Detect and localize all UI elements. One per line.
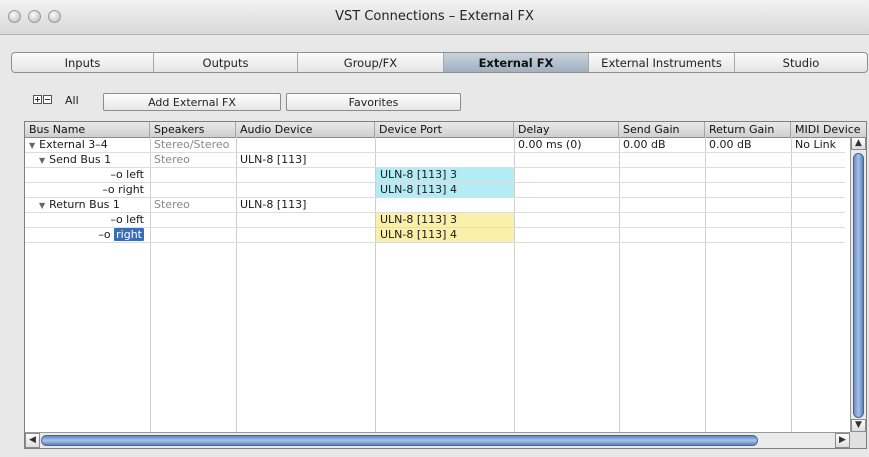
table-row[interactable]: –o left ULN-8 [113] 3	[25, 213, 845, 228]
table-row[interactable]: –o left ULN-8 [113] 3	[25, 168, 845, 183]
return-gain-cell[interactable]: 0.00 dB	[705, 138, 791, 152]
tab-group-fx[interactable]: Group/FX	[298, 53, 444, 72]
vst-connections-window: VST Connections – External FX Inputs Out…	[0, 0, 869, 457]
collapse-all-icon[interactable]	[43, 95, 52, 104]
disclosure-triangle-icon[interactable]: ▼	[39, 156, 45, 165]
channel-name-cell[interactable]: –o right	[25, 183, 150, 197]
channel-name-cell[interactable]: –o right	[25, 228, 150, 242]
connections-table: Bus Name Speakers Audio Device Device Po…	[24, 121, 867, 449]
speakers-cell[interactable]: Stereo	[150, 198, 236, 212]
channel-name: right	[118, 183, 144, 196]
horizontal-scrollbar[interactable]: ◀ ▶	[25, 432, 850, 448]
port-connector-icon: –o	[110, 168, 123, 181]
vertical-scrollbar[interactable]: ▲ ▼	[850, 137, 866, 432]
midi-device-cell[interactable]: No Link	[791, 138, 845, 152]
expand-all-icon[interactable]	[33, 95, 42, 104]
bus-name-cell[interactable]: ▼ Return Bus 1	[35, 198, 150, 212]
table-row[interactable]: –o right ULN-8 [113] 4	[25, 183, 845, 198]
bus-name: External 3–4	[39, 138, 108, 151]
device-port-cell[interactable]: ULN-8 [113] 4	[376, 183, 514, 197]
channel-name: left	[126, 213, 144, 226]
port-connector-icon: –o	[102, 183, 115, 196]
column-header-return-gain[interactable]: Return Gain	[705, 122, 791, 137]
table-row[interactable]: ▼ Return Bus 1 Stereo ULN-8 [113]	[25, 198, 845, 213]
table-header: Bus Name Speakers Audio Device Device Po…	[25, 122, 866, 138]
add-external-fx-button[interactable]: Add External FX	[103, 93, 281, 111]
column-header-bus-name[interactable]: Bus Name	[25, 122, 150, 137]
tab-external-instruments[interactable]: External Instruments	[589, 53, 735, 72]
horizontal-scroll-thumb[interactable]	[41, 435, 758, 446]
channel-name-cell[interactable]: –o left	[25, 168, 150, 182]
bus-name: Send Bus 1	[49, 153, 112, 166]
send-gain-cell[interactable]: 0.00 dB	[619, 138, 705, 152]
disclosure-triangle-icon[interactable]: ▼	[39, 201, 45, 210]
vertical-scroll-thumb[interactable]	[853, 153, 864, 418]
tab-bar: Inputs Outputs Group/FX External FX Exte…	[11, 52, 868, 73]
column-header-midi-device[interactable]: MIDI Device	[791, 122, 866, 137]
device-port-cell[interactable]: ULN-8 [113] 3	[376, 213, 514, 227]
audio-device-cell[interactable]: ULN-8 [113]	[236, 198, 375, 212]
tab-inputs[interactable]: Inputs	[12, 53, 154, 72]
channel-name-selected[interactable]: right	[114, 228, 144, 241]
device-port-cell[interactable]: ULN-8 [113] 3	[376, 168, 514, 182]
bus-name-cell[interactable]: ▼ Send Bus 1	[35, 153, 150, 167]
scroll-corner	[850, 432, 866, 448]
speakers-cell[interactable]: Stereo	[150, 153, 236, 167]
scroll-left-icon[interactable]: ◀	[25, 433, 40, 448]
scroll-up-icon[interactable]: ▲	[851, 137, 866, 150]
favorites-button[interactable]: Favorites	[286, 93, 461, 111]
table-row[interactable]: ▼ Send Bus 1 Stereo ULN-8 [113]	[25, 153, 845, 168]
title-bar: VST Connections – External FX	[0, 0, 869, 35]
scroll-right-icon[interactable]: ▶	[835, 433, 850, 448]
channel-name-cell[interactable]: –o left	[25, 213, 150, 227]
column-header-send-gain[interactable]: Send Gain	[619, 122, 705, 137]
port-connector-icon: –o	[110, 213, 123, 226]
device-port-cell[interactable]: ULN-8 [113] 4	[376, 228, 514, 242]
audio-device-cell[interactable]: ULN-8 [113]	[236, 153, 375, 167]
all-label: All	[65, 94, 79, 107]
window-title: VST Connections – External FX	[335, 9, 534, 24]
disclosure-triangle-icon[interactable]: ▼	[29, 141, 35, 150]
column-header-speakers[interactable]: Speakers	[150, 122, 236, 137]
column-header-delay[interactable]: Delay	[514, 122, 619, 137]
speakers-cell[interactable]: Stereo/Stereo	[150, 138, 236, 152]
column-header-audio-device[interactable]: Audio Device	[236, 122, 375, 137]
table-row[interactable]: –o right ULN-8 [113] 4	[25, 228, 845, 243]
delay-cell[interactable]: 0.00 ms (0)	[514, 138, 619, 152]
bus-name-cell[interactable]: ▼ External 3–4	[25, 138, 150, 152]
bus-name: Return Bus 1	[49, 198, 120, 211]
tab-external-fx[interactable]: External FX	[444, 53, 589, 72]
tab-studio[interactable]: Studio	[735, 53, 867, 72]
expand-collapse-all	[33, 95, 52, 104]
scroll-down-icon[interactable]: ▼	[851, 419, 866, 432]
tab-outputs[interactable]: Outputs	[154, 53, 298, 72]
table-row[interactable]: ▼ External 3–4 Stereo/Stereo 0.00 ms (0) …	[25, 138, 845, 153]
channel-name: left	[126, 168, 144, 181]
port-connector-icon: –o	[98, 228, 111, 241]
column-header-device-port[interactable]: Device Port	[375, 122, 514, 137]
